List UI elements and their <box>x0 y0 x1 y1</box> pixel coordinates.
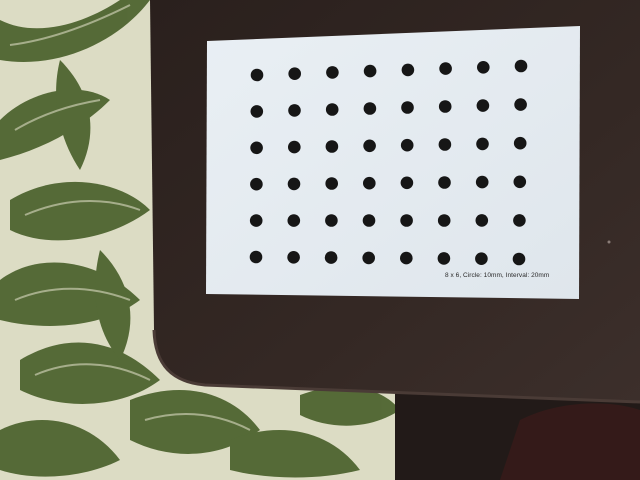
grid-circle <box>363 102 377 115</box>
grid-circle <box>325 140 339 153</box>
grid-circle <box>250 68 264 82</box>
grid-circle <box>288 67 302 80</box>
grid-circle <box>513 214 526 227</box>
grid-circle <box>439 62 452 75</box>
grid-circle <box>250 141 263 155</box>
grid-circle <box>475 175 489 189</box>
grid-circle <box>325 103 339 116</box>
grid-circle <box>363 64 377 78</box>
grid-circle <box>437 252 451 265</box>
grid-circle <box>326 66 339 79</box>
grid-circle <box>476 137 489 151</box>
grid-circle <box>438 100 452 113</box>
grid-circle <box>287 214 301 227</box>
grid-circle <box>476 99 490 112</box>
grid-circle <box>250 177 263 191</box>
grid-circle <box>288 140 301 154</box>
grid-circle <box>249 214 263 227</box>
grid-circle <box>250 105 264 118</box>
grid-circle <box>400 138 414 152</box>
grid-circle <box>249 250 263 264</box>
table-glint <box>607 240 611 244</box>
grid-circle <box>287 177 301 191</box>
grid-circle <box>400 214 413 227</box>
grid-circle <box>437 214 451 227</box>
grid-circle <box>475 214 489 227</box>
grid-circle <box>400 176 414 190</box>
grid-circle <box>363 139 376 153</box>
grid-circle <box>514 59 528 73</box>
grid-circle <box>401 63 415 77</box>
grid-circle <box>513 175 527 189</box>
grid-circle <box>400 251 413 265</box>
grid-circle <box>438 138 452 151</box>
grid-circle <box>362 251 376 265</box>
grid-circle <box>325 177 339 190</box>
grid-circle <box>401 101 414 114</box>
grid-circle <box>512 252 526 266</box>
grid-circle <box>438 176 451 189</box>
grid-circle <box>325 214 338 227</box>
grid-circle <box>363 176 376 190</box>
grid-circle <box>513 136 527 150</box>
grid-circle <box>477 61 490 74</box>
grid-circle <box>324 251 338 264</box>
grid-circle <box>514 98 527 111</box>
target-caption: 8 x 6, Circle: 10mm, Interval: 20mm <box>445 272 550 279</box>
grid-circle <box>287 250 300 264</box>
grid-circle <box>288 104 301 117</box>
photo-scene <box>0 0 640 480</box>
grid-circle <box>475 252 488 265</box>
grid-circle <box>362 214 376 227</box>
